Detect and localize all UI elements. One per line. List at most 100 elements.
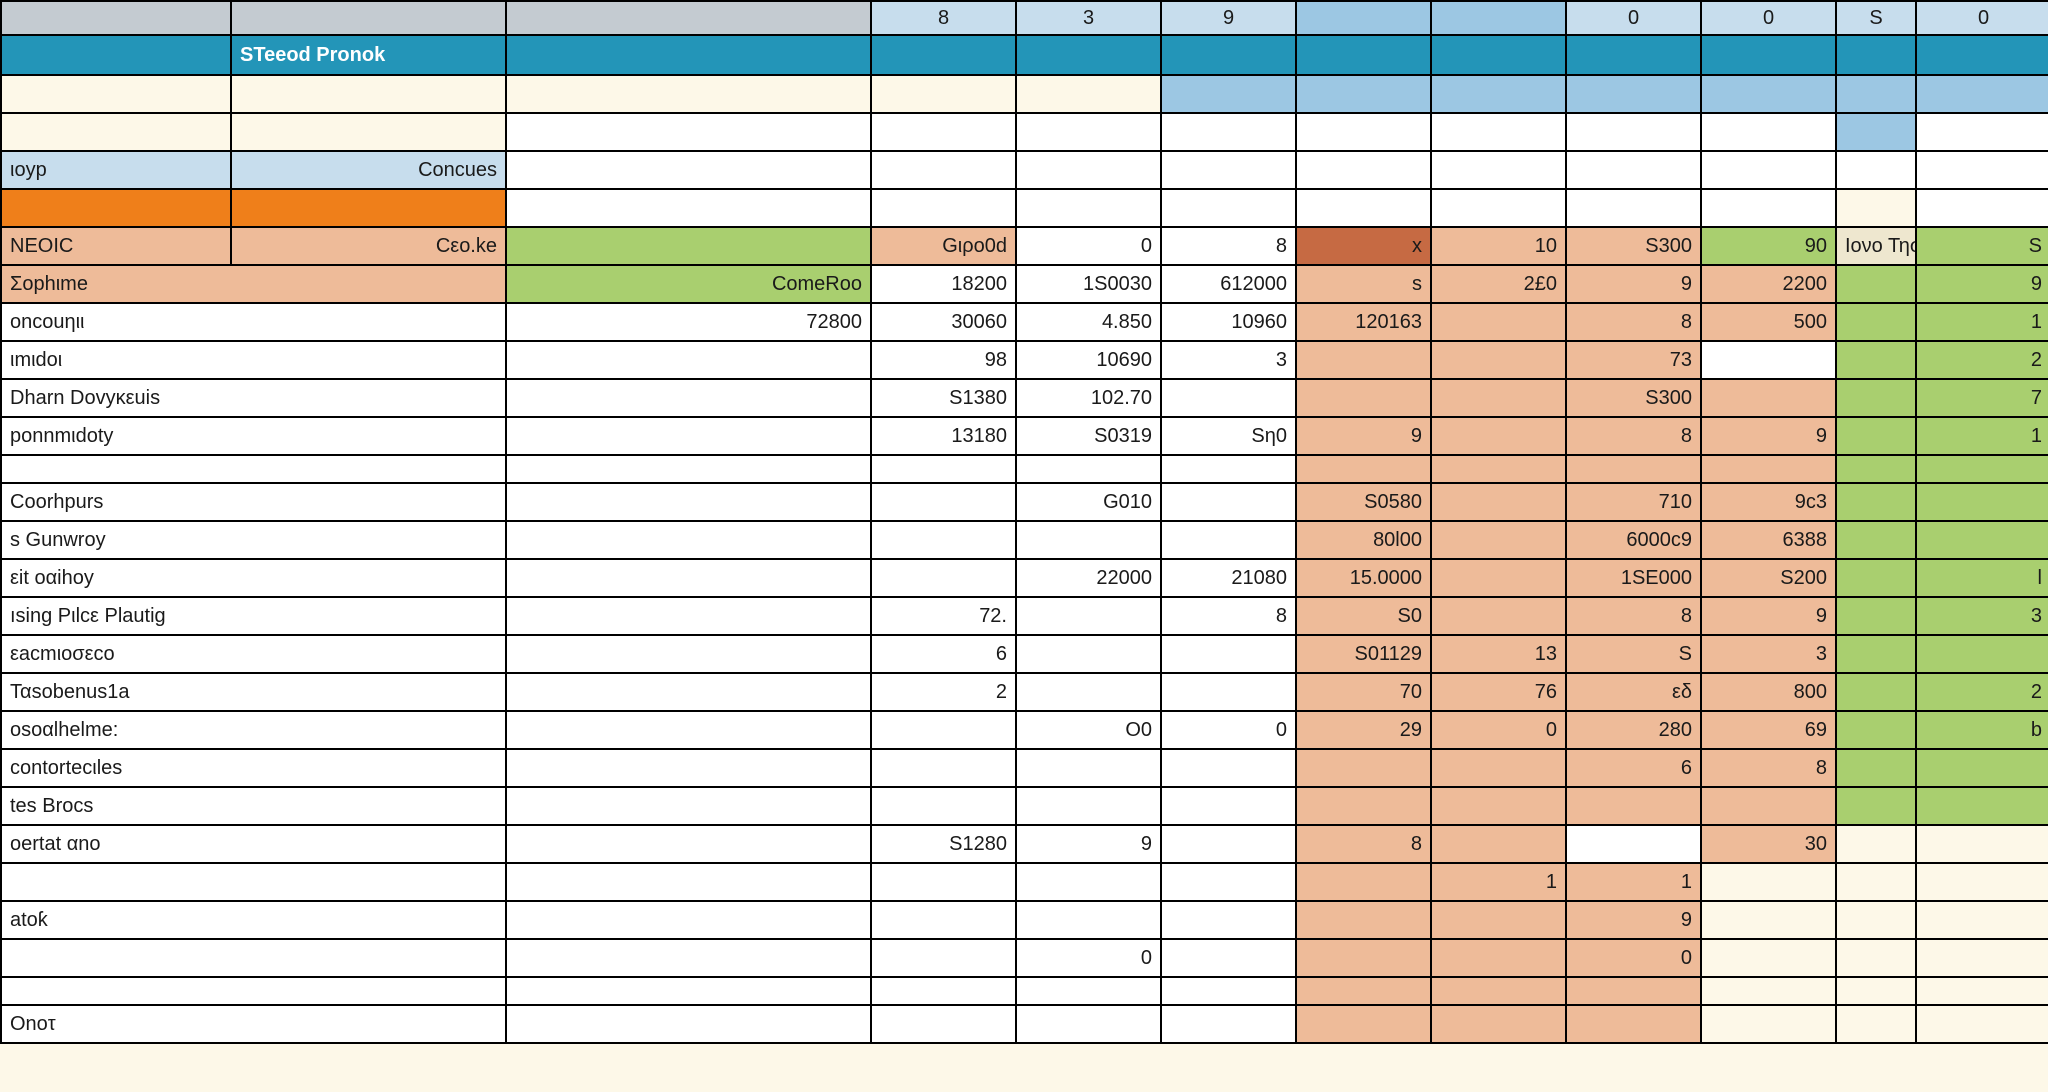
- cell[interactable]: 3: [1916, 597, 2048, 635]
- cell[interactable]: s: [1296, 265, 1431, 303]
- cell[interactable]: [1161, 787, 1296, 825]
- cell[interactable]: [871, 787, 1016, 825]
- cell[interactable]: 1: [1916, 303, 2048, 341]
- cell[interactable]: 18200: [871, 265, 1016, 303]
- cell[interactable]: [506, 75, 871, 113]
- cell[interactable]: 29: [1296, 711, 1431, 749]
- cell[interactable]: [1161, 863, 1296, 901]
- cell[interactable]: 9: [1566, 265, 1701, 303]
- cell[interactable]: S: [1916, 227, 2048, 265]
- cell[interactable]: S300: [1566, 379, 1701, 417]
- cell[interactable]: [1296, 189, 1431, 227]
- cell[interactable]: [1296, 75, 1431, 113]
- cell[interactable]: [506, 113, 871, 151]
- cell[interactable]: [1431, 1005, 1566, 1043]
- row-label[interactable]: atoƙ: [1, 901, 506, 939]
- row-label[interactable]: εacmιoσεco: [1, 635, 506, 673]
- cell[interactable]: 9: [1701, 597, 1836, 635]
- cell[interactable]: [506, 559, 871, 597]
- cell[interactable]: [1016, 673, 1161, 711]
- cell[interactable]: [1701, 977, 1836, 1005]
- row-sublabel[interactable]: Cεo.ke: [231, 227, 506, 265]
- cell[interactable]: S01129: [1296, 635, 1431, 673]
- cell[interactable]: [1701, 1005, 1836, 1043]
- cell[interactable]: [1016, 1005, 1161, 1043]
- cell[interactable]: [506, 227, 871, 265]
- cell[interactable]: [506, 521, 871, 559]
- cell[interactable]: [506, 1005, 871, 1043]
- cell[interactable]: [1, 455, 506, 483]
- cell[interactable]: [1566, 455, 1701, 483]
- cell[interactable]: [1836, 787, 1916, 825]
- row-label[interactable]: ponnmιdoty: [1, 417, 506, 455]
- cell[interactable]: [1016, 151, 1161, 189]
- cell[interactable]: [1296, 113, 1431, 151]
- cell[interactable]: [506, 483, 871, 521]
- cell[interactable]: 800: [1701, 673, 1836, 711]
- cell[interactable]: [1836, 379, 1916, 417]
- cell[interactable]: [1836, 417, 1916, 455]
- cell[interactable]: 9: [1566, 901, 1701, 939]
- cell[interactable]: [1161, 673, 1296, 711]
- cell[interactable]: [1161, 113, 1296, 151]
- cell[interactable]: 1S0030: [1016, 265, 1161, 303]
- cell[interactable]: [1836, 521, 1916, 559]
- cell[interactable]: 280: [1566, 711, 1701, 749]
- cell[interactable]: [506, 863, 871, 901]
- cell[interactable]: 76: [1431, 673, 1566, 711]
- cell[interactable]: [1, 977, 506, 1005]
- cell[interactable]: [1836, 863, 1916, 901]
- cell[interactable]: [1566, 1005, 1701, 1043]
- cell[interactable]: 21080: [1161, 559, 1296, 597]
- cell[interactable]: [1296, 863, 1431, 901]
- cell[interactable]: [1, 863, 506, 901]
- cell[interactable]: [1016, 189, 1161, 227]
- cell[interactable]: S300: [1566, 227, 1701, 265]
- col-header-9[interactable]: 0: [1701, 1, 1836, 35]
- cell[interactable]: 500: [1701, 303, 1836, 341]
- cell[interactable]: εδ: [1566, 673, 1701, 711]
- cell[interactable]: [1701, 113, 1836, 151]
- cell[interactable]: [1, 113, 231, 151]
- cell[interactable]: [1161, 151, 1296, 189]
- cell[interactable]: 0: [1161, 711, 1296, 749]
- cell[interactable]: [1431, 483, 1566, 521]
- cell[interactable]: [506, 151, 871, 189]
- cell[interactable]: 3: [1161, 341, 1296, 379]
- cell[interactable]: [1431, 939, 1566, 977]
- cell[interactable]: Sη0: [1161, 417, 1296, 455]
- row-label[interactable]: osoαlhelme:: [1, 711, 506, 749]
- row-label[interactable]: tes Brocs: [1, 787, 506, 825]
- cell[interactable]: [1161, 189, 1296, 227]
- cell[interactable]: 2£0: [1431, 265, 1566, 303]
- cell[interactable]: [1431, 749, 1566, 787]
- cell[interactable]: [1916, 749, 2048, 787]
- cell[interactable]: [1296, 1005, 1431, 1043]
- cell[interactable]: [871, 1005, 1016, 1043]
- col-header-6[interactable]: [1296, 1, 1431, 35]
- cell[interactable]: [1701, 901, 1836, 939]
- cell[interactable]: [1701, 189, 1836, 227]
- cell[interactable]: [1016, 521, 1161, 559]
- col-header-8[interactable]: 0: [1566, 1, 1701, 35]
- cell[interactable]: [1916, 863, 2048, 901]
- cell[interactable]: S200: [1701, 559, 1836, 597]
- cell[interactable]: [1431, 151, 1566, 189]
- cell[interactable]: 0: [1431, 711, 1566, 749]
- cell[interactable]: Ιονο Τησει: [1836, 227, 1916, 265]
- cell[interactable]: [871, 455, 1016, 483]
- cell[interactable]: [1701, 75, 1836, 113]
- cell[interactable]: S0580: [1296, 483, 1431, 521]
- cell[interactable]: 30: [1701, 825, 1836, 863]
- cell[interactable]: 8: [1161, 227, 1296, 265]
- cell[interactable]: [506, 673, 871, 711]
- cell[interactable]: [1431, 559, 1566, 597]
- group-label-right[interactable]: Concues: [231, 151, 506, 189]
- cell[interactable]: 22000: [1016, 559, 1161, 597]
- cell[interactable]: 3: [1701, 635, 1836, 673]
- cell[interactable]: [871, 901, 1016, 939]
- cell[interactable]: [1836, 189, 1916, 227]
- cell[interactable]: [1161, 939, 1296, 977]
- row-label[interactable]: ısing Pιlcε Plautig: [1, 597, 506, 635]
- cell[interactable]: S0319: [1016, 417, 1161, 455]
